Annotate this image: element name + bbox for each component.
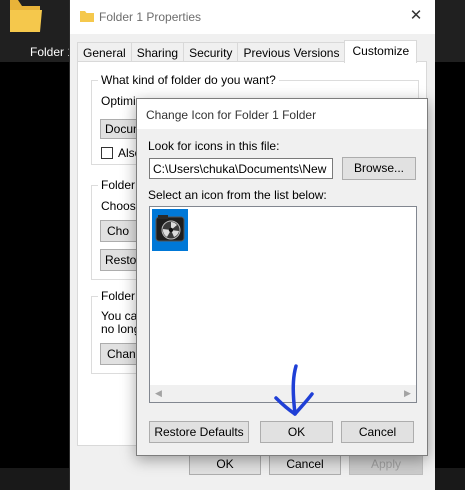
ok-button[interactable]: OK [260,421,333,443]
optimize-select[interactable]: Docum [100,119,140,139]
fan-icon [154,213,186,245]
properties-titlebar[interactable]: Folder 1 Properties ✕ [70,0,435,34]
cancel-button[interactable]: Cancel [269,453,341,475]
icon-list-item[interactable] [152,209,188,251]
tab-general[interactable]: General [77,42,132,63]
change-icon-titlebar[interactable]: Change Icon for Folder 1 Folder [137,99,427,129]
cancel-button[interactable]: Cancel [341,421,414,443]
tab-customize[interactable]: Customize [344,40,418,63]
horizontal-scrollbar[interactable]: ◀ ▶ [150,385,416,402]
browse-button[interactable]: Browse... [342,157,416,180]
tab-sharing[interactable]: Sharing [130,42,185,63]
close-icon[interactable]: ✕ [409,8,423,23]
folder-icons-text-line1: You ca [101,309,138,323]
tab-strip: General Sharing Security Previous Versio… [77,40,418,63]
scroll-right-icon[interactable]: ▶ [399,385,416,402]
properties-title: Folder 1 Properties [99,10,202,24]
also-apply-checkbox[interactable] [101,147,113,159]
screen: Folder 1 Folder 1 Properties ✕ General S… [0,0,465,490]
tab-previous-versions[interactable]: Previous Versions [237,42,346,63]
apply-button[interactable]: Apply [349,453,423,475]
icon-list[interactable]: ◀ ▶ [149,206,417,403]
scroll-left-icon[interactable]: ◀ [150,385,167,402]
change-icon-dialog: Change Icon for Folder 1 Folder Look for… [136,98,428,456]
folder-type-caption: What kind of folder do you want? [98,73,279,87]
ok-button[interactable]: OK [189,453,261,475]
folder-icons-text-line2: no longe [101,322,141,336]
folder-label[interactable]: Folder 1 [30,45,74,59]
folder-icon [80,10,94,22]
restore-defaults-button[interactable]: Restore Defaults [149,421,249,443]
change-icon-title: Change Icon for Folder 1 Folder [146,108,317,122]
folder-icon[interactable] [4,0,44,38]
icon-file-path-input[interactable] [149,158,333,179]
look-for-icons-label: Look for icons in this file: [148,139,280,153]
select-icon-label: Select an icon from the list below: [148,188,327,202]
tab-security[interactable]: Security [183,42,239,63]
